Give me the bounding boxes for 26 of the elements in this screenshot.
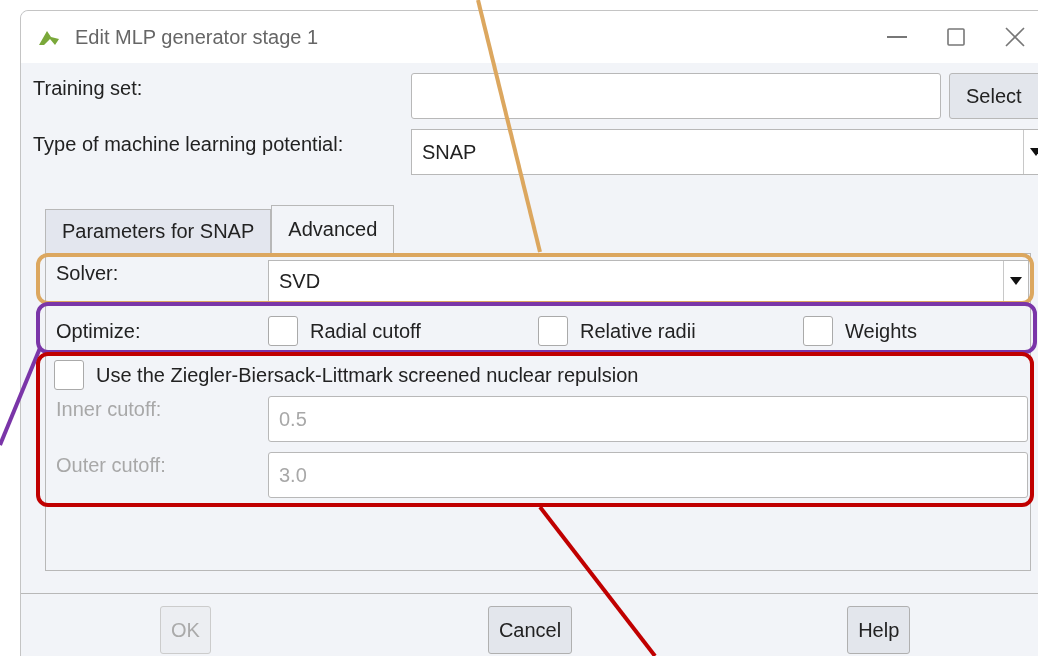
checkbox-label: Relative radii	[580, 319, 696, 343]
field-label: Optimize:	[55, 319, 142, 343]
checkbox-label: Weights	[845, 319, 917, 343]
field-label: Outer cutoff:	[55, 453, 167, 477]
dialog-button[interactable]: Help	[847, 606, 911, 654]
potential-type-dropdown[interactable]: SNAP	[411, 129, 1038, 175]
dialog-button[interactable]: Cancel	[487, 606, 573, 654]
solver-dropdown[interactable]: SVD	[268, 260, 1029, 302]
checkbox[interactable]	[538, 316, 568, 346]
field-label: Solver:	[55, 261, 120, 285]
tab[interactable]: Parameters for SNAP	[45, 209, 272, 253]
field-label: Type of machine learning potential:	[33, 132, 345, 156]
training-set-field[interactable]	[411, 73, 941, 119]
close-icon[interactable]	[1005, 27, 1025, 47]
dropdown-arrow-icon	[1010, 277, 1022, 285]
window-title: Edit MLP generator stage 1	[75, 25, 319, 49]
checkbox-label: Use the Ziegler-Biersack-Littmark screened nuclear repulsion	[96, 363, 639, 387]
maximize-icon[interactable]	[947, 28, 965, 46]
checkbox-label: Radial cutoff	[310, 319, 421, 343]
field-label: Inner cutoff:	[55, 397, 163, 421]
tab[interactable]: Advanced	[271, 205, 395, 253]
checkbox[interactable]	[803, 316, 833, 346]
checkbox[interactable]	[268, 316, 298, 346]
checkbox[interactable]	[54, 360, 84, 390]
select-button[interactable]: Select	[949, 73, 1038, 119]
field-label: Training set:	[33, 76, 144, 100]
